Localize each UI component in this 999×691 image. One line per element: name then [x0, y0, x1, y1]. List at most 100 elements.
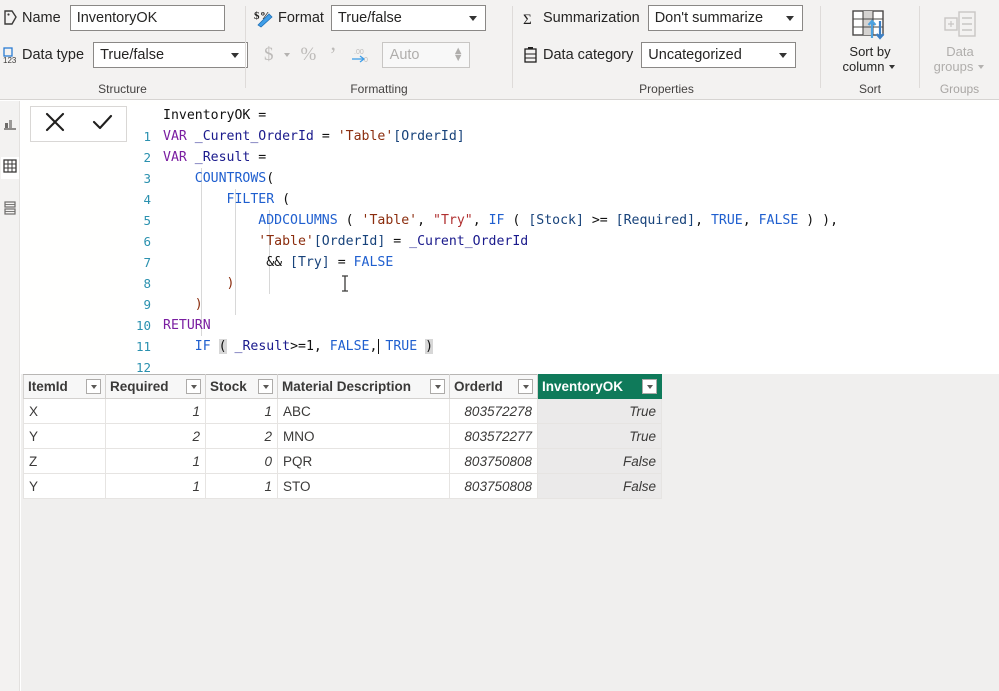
column-header-label: Stock	[210, 379, 247, 394]
code-line: 2 VAR _Curent_OrderId = 'Table'[OrderId]	[129, 126, 997, 165]
summarization-field-row: Σ Summarization Don't summarize	[521, 5, 803, 31]
table-row[interactable]: Y 1 1 STO 803750808 False	[23, 473, 662, 499]
column-header-label: Required	[110, 379, 169, 394]
data-grid-area: ItemId Required Stock Material Description O…	[21, 374, 999, 691]
table-cell[interactable]: MNO	[277, 423, 450, 449]
datatype-field-row: 123 Data type True/false	[2, 42, 249, 68]
table-cell[interactable]: Y	[23, 473, 106, 499]
column-filter-button[interactable]	[186, 379, 201, 394]
column-header-itemid[interactable]: ItemId	[23, 374, 106, 399]
table-cell[interactable]: 1	[105, 473, 206, 499]
table-cell[interactable]: 803750808	[449, 448, 538, 474]
line-text: COUNTROWS(	[194, 171, 275, 186]
column-header-required[interactable]: Required	[105, 374, 206, 399]
code-line: 5 FILTER (	[129, 189, 997, 228]
decimal-places-icon: .00 0	[350, 46, 372, 64]
group-caption-properties: Properties	[639, 82, 694, 96]
column-filter-button[interactable]	[258, 379, 273, 394]
table-cell[interactable]: 1	[205, 398, 278, 424]
table-cell[interactable]: True	[537, 398, 662, 424]
line-text: ADDCOLUMNS ( 'Table', "Try", IF ( [Stock…	[258, 213, 839, 228]
datatype-select[interactable]: True/false	[93, 42, 249, 68]
svg-text:Σ: Σ	[523, 12, 532, 28]
code-line: 10 )	[129, 294, 997, 333]
line-text: VAR _Curent_OrderId = 'Table'[OrderId]	[163, 129, 465, 144]
commit-formula-button[interactable]	[82, 107, 122, 141]
sort-by-column-line1: Sort by	[849, 44, 891, 59]
code-line: 1 InventoryOK =	[129, 105, 997, 144]
summarization-select[interactable]: Don't summarize	[647, 5, 803, 31]
chevron-down-icon	[231, 52, 240, 58]
decimal-places-value: Auto	[389, 47, 420, 63]
line-text: )	[226, 276, 235, 291]
view-switcher-rail	[0, 101, 20, 691]
sidebar-item-data-view[interactable]	[1, 157, 19, 179]
table-cell[interactable]: PQR	[277, 448, 450, 474]
table-cell[interactable]: ABC	[277, 398, 450, 424]
data-groups-icon	[917, 4, 999, 44]
column-filter-button[interactable]	[430, 379, 445, 394]
table-cell[interactable]: STO	[277, 473, 450, 499]
data-groups-button[interactable]: Data groups	[917, 4, 999, 74]
column-header-material-description[interactable]: Material Description	[277, 374, 450, 399]
chevron-down-icon	[785, 15, 794, 21]
code-line: 12 IF ( _Result>=1, FALSE, TRUE )	[129, 336, 997, 375]
sort-by-column-icon	[827, 4, 913, 44]
table-row[interactable]: Z 1 0 PQR 803750808 False	[23, 448, 662, 474]
format-select[interactable]: True/false	[330, 5, 486, 31]
data-groups-line1: Data	[946, 44, 974, 59]
table-cell[interactable]: 1	[205, 473, 278, 499]
format-value: True/false	[337, 10, 402, 26]
table-cell[interactable]: 803572278	[449, 398, 538, 424]
code-line: 3 VAR _Result =	[129, 147, 997, 186]
datacategory-value: Uncategorized	[648, 47, 742, 63]
table-cell[interactable]: 0	[205, 448, 278, 474]
table-row[interactable]: Y 2 2 MNO 803572277 True	[23, 423, 662, 449]
name-input[interactable]	[69, 5, 225, 31]
table-header-row: ItemId Required Stock Material Description O…	[23, 374, 662, 399]
line-text: IF ( _Result>=1, FALSE, TRUE )	[194, 339, 434, 354]
table-cell[interactable]: False	[537, 473, 662, 499]
column-filter-button[interactable]	[86, 379, 101, 394]
group-caption-formatting: Formatting	[350, 82, 408, 96]
column-header-inventoryok[interactable]: InventoryOK	[537, 374, 662, 399]
chevron-down-icon	[468, 15, 477, 21]
table-cell[interactable]: 803572277	[449, 423, 538, 449]
sidebar-item-model-view[interactable]	[1, 199, 19, 221]
chevron-down-icon	[90, 384, 97, 389]
line-text: InventoryOK =	[163, 108, 267, 123]
column-header-stock[interactable]: Stock	[205, 374, 278, 399]
column-header-label: Material Description	[282, 379, 412, 394]
table-row[interactable]: X 1 1 ABC 803572278 True	[23, 398, 662, 424]
table-cell[interactable]: 2	[105, 423, 206, 449]
table-cell[interactable]: Y	[23, 423, 106, 449]
number-123-icon: 123	[2, 46, 22, 65]
dax-formula-editor[interactable]: 1 InventoryOK = 2 VAR _Curent_OrderId = …	[129, 105, 997, 375]
datacategory-select[interactable]: Uncategorized	[641, 42, 797, 68]
column-filter-button[interactable]	[518, 379, 533, 394]
sort-by-column-button[interactable]: Sort by column	[827, 4, 913, 74]
table-cell[interactable]: 2	[205, 423, 278, 449]
table-cell[interactable]: 1	[105, 398, 206, 424]
close-x-icon	[44, 111, 66, 138]
table-cell[interactable]: Z	[23, 448, 106, 474]
decimal-places-stepper[interactable]: Auto ▲ ▼	[381, 42, 470, 68]
table-cell[interactable]: False	[537, 448, 662, 474]
table-head: ItemId Required Stock Material Description O…	[23, 374, 662, 399]
code-line: 8 && [Try] = FALSE	[129, 252, 997, 291]
table-cell[interactable]: X	[23, 398, 106, 424]
column-header-label: ItemId	[28, 379, 68, 394]
table-cell[interactable]: True	[537, 423, 662, 449]
datacategory-field-row: Data category Uncategorized	[521, 42, 797, 68]
bar-chart-icon	[3, 117, 17, 135]
table-cell[interactable]: 803750808	[449, 473, 538, 499]
column-header-orderid[interactable]: OrderId	[449, 374, 538, 399]
text-caret	[378, 339, 379, 354]
category-icon	[521, 46, 543, 65]
datatype-label: Data type	[22, 47, 85, 63]
table-cell[interactable]: 1	[105, 448, 206, 474]
code-line: 4 COUNTROWS(	[129, 168, 997, 207]
cancel-formula-button[interactable]	[35, 107, 75, 141]
sidebar-item-report-view[interactable]	[1, 115, 19, 137]
column-filter-button[interactable]	[642, 379, 657, 394]
